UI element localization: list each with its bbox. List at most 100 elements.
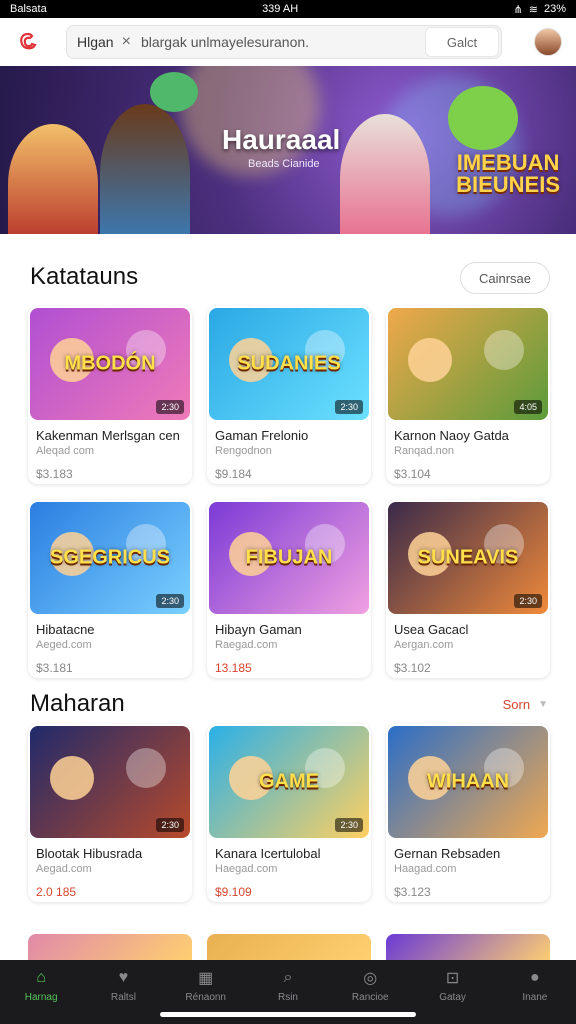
thumbnail-title: SUDANIES xyxy=(237,352,341,375)
thumbnail-title: WIHAAN xyxy=(426,770,510,793)
nav-label: Inane xyxy=(522,992,548,1003)
nav-item-harnag[interactable]: ⌂ Harnag xyxy=(0,960,82,1024)
sort-dropdown[interactable]: Sorn ▼ xyxy=(503,697,548,712)
game-thumbnail[interactable]: 4:05 xyxy=(388,308,548,420)
game-title: Kakenman Merlsgan cen xyxy=(36,428,180,443)
hero-creature xyxy=(150,72,198,112)
nav-label: Rsin xyxy=(277,992,298,1003)
section-action-button[interactable]: Cainrsae xyxy=(459,262,550,294)
game-info: Kakenman Merlsgan cen Aleqad com $3.183 xyxy=(28,422,192,484)
nav-item-raltsl[interactable]: ♥ Raltsl xyxy=(82,960,164,1024)
app-logo-icon[interactable] xyxy=(14,28,42,56)
game-thumbnail[interactable]: 2:30 xyxy=(30,726,190,838)
game-card[interactable]: SGEGRICUS 2:30 Hibatacne Aeged.com $3.181 xyxy=(28,500,192,678)
game-info: Blootak Hibusrada Aegad.com 2.0 185 xyxy=(28,840,192,902)
dribbble-icon: ◎ xyxy=(363,970,378,987)
game-info: Hibatacne Aeged.com $3.181 xyxy=(28,616,192,678)
hero-badge: IMEBUAN BIEUNEIS xyxy=(456,152,560,196)
game-info: Karnon Naoy Gatda Ranqad.non $3.104 xyxy=(386,422,550,484)
game-price: 13.185 xyxy=(215,661,252,675)
clear-scope-icon[interactable]: × xyxy=(122,33,141,51)
nav-label: Rancioe xyxy=(351,992,389,1003)
game-publisher: Aergan.com xyxy=(394,639,454,651)
game-thumbnail[interactable]: WIHAAN xyxy=(388,726,548,838)
chevron-down-icon: ▼ xyxy=(538,699,548,710)
character-art xyxy=(126,748,166,788)
game-thumbnail[interactable]: MBODÓN 2:30 xyxy=(30,308,190,420)
game-card[interactable]: WIHAAN Gernan Rebsaden Haagad.com $3.123 xyxy=(386,724,550,902)
duration-badge: 2:30 xyxy=(156,818,184,832)
game-info: Hibayn Gaman Raegad.com 13.185 xyxy=(207,616,371,678)
game-title: Karnon Naoy Gatda xyxy=(394,428,509,443)
nav-item-inane[interactable]: ● Inane xyxy=(494,960,576,1024)
nav-item-gatay[interactable]: ⊡ Gatay xyxy=(411,960,493,1024)
search-bar[interactable]: Hlgan × blargak unlmayelesuranon. Galct xyxy=(66,25,502,59)
game-title: Gernan Rebsaden xyxy=(394,846,501,861)
game-thumbnail[interactable]: FIBUJAN xyxy=(209,502,369,614)
nav-label: Raltsl xyxy=(110,992,136,1003)
sort-label: Sorn xyxy=(502,697,531,712)
nav-label: Rénaonn xyxy=(185,992,226,1003)
thumbnail-title: GAME xyxy=(259,770,319,793)
game-card[interactable]: FIBUJAN Hibayn Gaman Raegad.com 13.185 xyxy=(207,500,371,678)
avatar[interactable] xyxy=(534,28,562,56)
top-bar: Hlgan × blargak unlmayelesuranon. Galct xyxy=(0,18,576,66)
game-card[interactable]: SUDANIES 2:30 Gaman Frelonio Rengodnon $9.18… xyxy=(207,306,371,484)
section-title: Maharan xyxy=(30,690,125,717)
character-art xyxy=(484,330,524,370)
duration-badge: 2:30 xyxy=(335,818,363,832)
game-card[interactable]: SUNEAVIS 2:30 Usea Gacacl Aergan.com $3.102 xyxy=(386,500,550,678)
game-card[interactable]: 4:05 Karnon Naoy Gatda Ranqad.non $3.104 xyxy=(386,306,550,484)
hero-subtitle: Beads Cianide xyxy=(248,158,320,170)
hero-title: Hauraaal xyxy=(222,124,341,155)
game-publisher: Rengodnon xyxy=(215,445,272,457)
duration-badge: 2:30 xyxy=(156,400,184,414)
carrier-label: Balsata xyxy=(10,3,47,15)
game-title: Hibayn Gaman xyxy=(215,622,302,637)
hero-badge-line: BIEUNEIS xyxy=(456,172,560,197)
character-art xyxy=(408,338,452,382)
duration-badge: 2:30 xyxy=(335,400,363,414)
hero-banner[interactable]: Hauraaal Beads Cianide IMEBUAN BIEUNEIS xyxy=(0,66,576,234)
hero-character xyxy=(8,124,98,234)
game-title: Usea Gacacl xyxy=(394,622,469,637)
game-publisher: Aegad.com xyxy=(36,863,92,875)
game-info: Gernan Rebsaden Haagad.com $3.123 xyxy=(386,840,550,902)
status-bar: Balsata 339 AH ⋔ ≋ 23% xyxy=(0,0,576,18)
duration-badge: 2:30 xyxy=(514,594,542,608)
clock: 339 AH xyxy=(262,3,299,15)
hero-character xyxy=(340,114,430,234)
game-price: $3.102 xyxy=(394,661,431,675)
vibrate-icon: ⋔ xyxy=(513,3,523,16)
battery-percent: 23% xyxy=(543,3,566,15)
heart-badge-icon: ♥ xyxy=(118,969,129,986)
duration-badge: 4:05 xyxy=(514,400,542,414)
search-scope-tag[interactable]: Hlgan xyxy=(67,34,122,50)
game-grid-row: SGEGRICUS 2:30 Hibatacne Aeged.com $3.181 FIB… xyxy=(28,500,550,678)
game-title: Blootak Hibusrada xyxy=(36,846,143,861)
game-thumbnail[interactable]: SGEGRICUS 2:30 xyxy=(30,502,190,614)
game-card[interactable]: GAME 2:30 Kanara Icertulobal Haegad.com $9.1… xyxy=(207,724,371,902)
game-info: Usea Gacacl Aergan.com $3.102 xyxy=(386,616,550,678)
wifi-icon: ≋ xyxy=(528,3,538,16)
game-publisher: Aleqad com xyxy=(36,445,95,457)
game-price: 2.0 185 xyxy=(36,885,77,899)
game-card[interactable]: MBODÓN 2:30 Kakenman Merlsgan cen Aleqad co… xyxy=(28,306,192,484)
game-price: $3.183 xyxy=(36,467,73,481)
search-button[interactable]: Galct xyxy=(425,27,499,57)
game-grid-row: 2:30 Blootak Hibusrada Aegad.com 2.0 185 GAM… xyxy=(28,724,550,902)
game-price: $3.181 xyxy=(36,661,73,675)
game-thumbnail[interactable]: SUDANIES 2:30 xyxy=(209,308,369,420)
hero-badge-line: IMEBUAN xyxy=(456,150,560,175)
game-thumbnail[interactable]: SUNEAVIS 2:30 xyxy=(388,502,548,614)
nav-label: Gatay xyxy=(439,992,466,1003)
tray-icon: ⊡ xyxy=(445,970,460,987)
game-publisher: Aeged.com xyxy=(36,639,92,651)
game-thumbnail[interactable]: GAME 2:30 xyxy=(209,726,369,838)
game-card[interactable]: 2:30 Blootak Hibusrada Aegad.com 2.0 185 xyxy=(28,724,192,902)
game-price: $9.109 xyxy=(215,885,252,899)
home-icon: ⌂ xyxy=(36,969,46,986)
search-input[interactable]: blargak unlmayelesuranon. xyxy=(141,34,425,50)
game-publisher: Haagad.com xyxy=(394,863,457,875)
profile-icon: ● xyxy=(529,969,540,986)
